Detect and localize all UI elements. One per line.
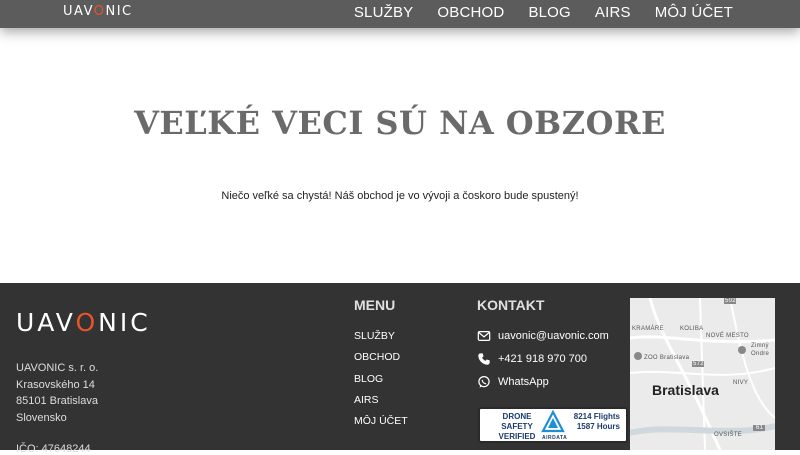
nav-sluzby[interactable]: SLUŽBY xyxy=(354,4,414,21)
map-label: KOLIBA xyxy=(680,326,704,332)
logo-wordmark: UAVONIC xyxy=(63,3,133,19)
footer-menu-blog[interactable]: BLOG xyxy=(354,373,408,394)
whatsapp-text: WhatsApp xyxy=(498,376,549,388)
map-label: NIVY xyxy=(733,380,749,386)
road-number: 572 xyxy=(693,361,704,367)
map-roads xyxy=(630,298,775,450)
main-nav: SLUŽBY OBCHOD BLOG AIRS MÔJ ÚČET xyxy=(354,4,733,21)
phone-icon xyxy=(478,353,490,365)
address-line: Slovensko xyxy=(16,411,67,424)
map-pin-icon xyxy=(738,346,746,354)
address-line: 85101 Bratislava xyxy=(16,395,98,407)
nav-obchod[interactable]: OBCHOD xyxy=(437,4,504,21)
footer-menu-moj-ucet[interactable]: MÔJ ÚČET xyxy=(354,415,408,436)
contact-whatsapp[interactable]: WhatsApp xyxy=(477,375,549,389)
contact-phone[interactable]: +421 918 970 700 xyxy=(477,352,587,366)
footer-menu-obchod[interactable]: OBCHOD xyxy=(354,351,408,372)
email-text: uavonic@uavonic.com xyxy=(498,330,609,342)
footer-menu: SLUŽBY OBCHOD BLOG AIRS MÔJ ÚČET xyxy=(354,330,408,436)
contact-title: KONTAKT xyxy=(477,297,545,313)
map-pin-icon xyxy=(634,352,642,360)
header-logo[interactable]: UAVONIC xyxy=(63,3,133,19)
footer-menu-title: MENU xyxy=(354,297,396,313)
contact-email[interactable]: uavonic@uavonic.com xyxy=(477,329,609,343)
footer-logo-wordmark: UAVONIC xyxy=(16,308,151,337)
road-number: 61 xyxy=(756,425,764,431)
map-city-label: Bratislava xyxy=(652,382,719,398)
map-label: NOVÉ MESTO xyxy=(706,333,749,339)
map-label: Ondre xyxy=(751,351,770,357)
airdata-logo-icon xyxy=(541,410,565,433)
site-footer: UAVONIC UAVONIC s. r. o. Krasovského 14 … xyxy=(0,283,800,455)
map-label: OVSIŠTE xyxy=(714,432,743,438)
airdata-badge[interactable]: DRONE SAFETY VERIFIED 8214 Flights 1587 … xyxy=(478,407,628,443)
road-number: 502 xyxy=(725,298,736,304)
badge-brand: AIRDATA xyxy=(542,435,568,441)
hero-text: Niečo veľké sa chystá! Náš obchod je vo … xyxy=(221,190,579,202)
company-address: UAVONIC s. r. o. Krasovského 14 85101 Br… xyxy=(16,360,98,426)
page-title: VEĽKÉ VECI SÚ NA OBZORE xyxy=(134,104,666,142)
footer-menu-airs[interactable]: AIRS xyxy=(354,394,408,415)
footer-logo[interactable]: UAVONIC xyxy=(16,308,151,337)
address-line: Krasovského 14 xyxy=(16,378,95,391)
map-label: KRAMÁRE xyxy=(632,326,664,332)
address-line: UAVONIC s. r. o. xyxy=(16,362,99,374)
nav-airs[interactable]: AIRS xyxy=(595,4,631,21)
location-map[interactable]: 502 572 61 KRAMÁRE KOLIBA NOVÉ MESTO ZOO… xyxy=(630,298,775,450)
nav-blog[interactable]: BLOG xyxy=(528,4,570,21)
map-label: ZOO Bratislava xyxy=(644,355,690,361)
nav-moj-ucet[interactable]: MÔJ ÚČET xyxy=(655,4,733,21)
badge-right: 8214 Flights 1587 Hours xyxy=(573,412,620,431)
site-header: UAVONIC SLUŽBY OBCHOD BLOG AIRS MÔJ ÚČET xyxy=(0,0,800,28)
phone-text: +421 918 970 700 xyxy=(498,353,588,365)
map-label: Zimný xyxy=(751,343,769,349)
footer-menu-sluzby[interactable]: SLUŽBY xyxy=(354,330,408,351)
envelope-icon xyxy=(477,331,491,341)
whatsapp-icon xyxy=(478,375,490,388)
badge-left: DRONE SAFETY VERIFIED xyxy=(498,412,536,441)
company-ico: IČO: 47648244 xyxy=(16,443,91,455)
